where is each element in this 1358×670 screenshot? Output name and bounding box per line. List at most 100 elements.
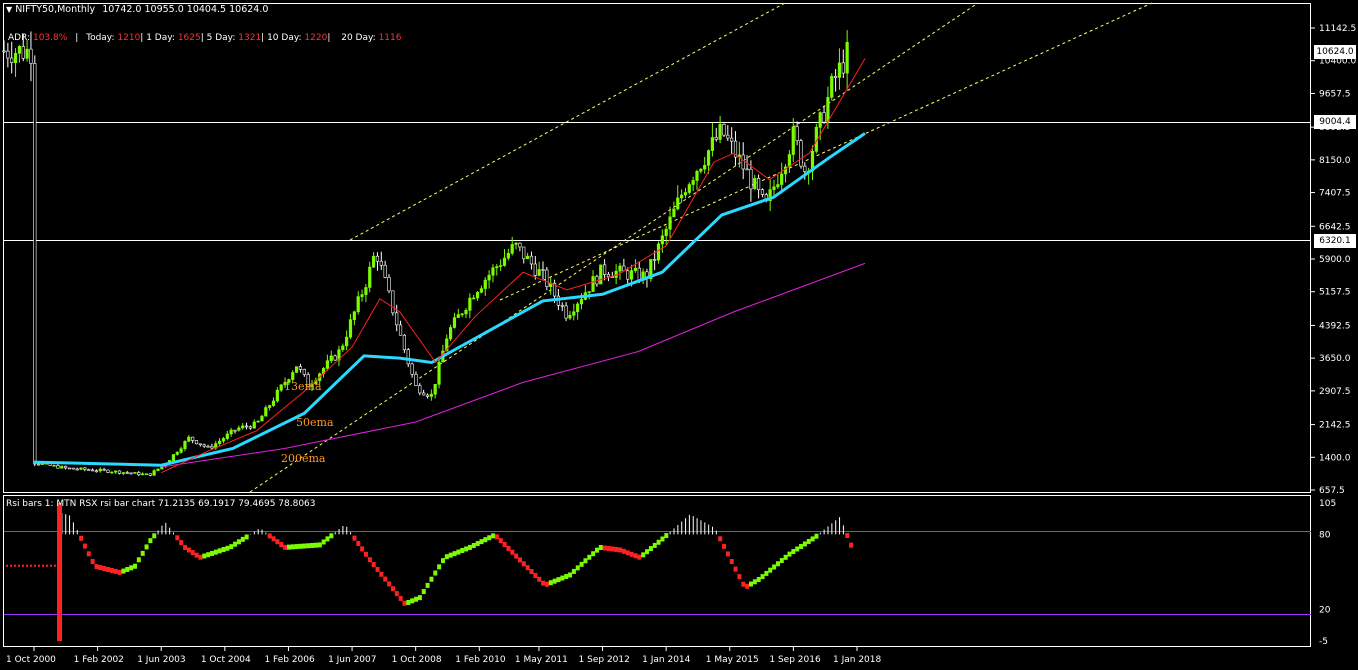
trend-channel[interactable]	[249, 2, 1153, 493]
candle-body	[144, 473, 149, 476]
candle-body	[17, 46, 22, 54]
rsi-bar	[752, 579, 757, 585]
candle-body	[599, 264, 603, 285]
candle-body	[637, 267, 641, 281]
rsi-bar	[610, 546, 615, 552]
rsi-bar	[660, 536, 665, 542]
candle-body	[187, 436, 191, 442]
candle-body	[79, 467, 83, 470]
price-pane[interactable]: 13ema 50ema 200ema 11142.510400.09657.58…	[2, 2, 1357, 496]
rsi-bar	[556, 577, 561, 583]
channel-line[interactable]	[249, 2, 979, 493]
candle-body	[668, 216, 672, 230]
rsi-bar	[294, 544, 299, 550]
rsi-bar	[764, 570, 769, 576]
candle-body	[279, 384, 283, 391]
candle-body	[545, 269, 549, 287]
candle-body	[141, 473, 145, 476]
rsi-bar	[849, 542, 854, 548]
candle-body	[191, 436, 195, 441]
rsi-bar	[444, 554, 449, 560]
candle-body	[418, 385, 422, 394]
rsi-bar	[521, 561, 526, 567]
rsi-bar	[425, 582, 430, 588]
candle-body	[94, 470, 98, 473]
candle-body	[591, 276, 595, 292]
rsi-bar	[206, 552, 211, 558]
price-tick-label: 1400.0	[1319, 453, 1351, 463]
candle-body	[225, 433, 229, 439]
rsi-bar	[498, 538, 503, 544]
candle-body	[660, 235, 664, 245]
rsi-bar	[367, 557, 372, 563]
rsi-bar	[317, 542, 322, 548]
candle-body	[506, 252, 510, 259]
rsi-bar	[113, 568, 118, 574]
price-tick-label: 8150.0	[1319, 156, 1351, 166]
rsi-tick-label: 80	[1319, 530, 1331, 540]
candle-body	[683, 192, 688, 196]
candle-body	[398, 324, 403, 336]
candle-body	[626, 270, 630, 280]
rsi-bar	[329, 533, 334, 539]
rsi-bar	[533, 572, 538, 578]
candle-body	[21, 46, 25, 59]
rsi-bar	[290, 544, 295, 550]
rsi-bar	[571, 568, 576, 574]
candle-body	[71, 467, 75, 470]
rsi-bar	[506, 545, 511, 551]
candle-body	[152, 470, 156, 476]
candle-body	[722, 123, 726, 136]
rsi-bar	[356, 541, 361, 547]
candle-body	[2, 50, 6, 53]
candle-body	[772, 186, 776, 190]
rsi-bar	[271, 536, 276, 542]
candle-body	[803, 165, 807, 172]
price-tick-label: 11142.5	[1319, 24, 1356, 34]
candle-body	[433, 384, 437, 395]
rsi-bar	[487, 535, 492, 541]
time-tick-label: 1 Sep 2012	[579, 655, 630, 665]
rsi-bar	[648, 546, 653, 552]
today-label: Today:	[86, 33, 115, 43]
rsi-bar	[82, 543, 87, 549]
rsi-bar	[98, 565, 103, 571]
candle-body	[29, 48, 33, 64]
chart-canvas[interactable]: 13ema 50ema 200ema 11142.510400.09657.58…	[0, 0, 1358, 670]
rsi-bar	[602, 545, 607, 551]
collapse-triangle-icon[interactable]: ▼	[6, 5, 12, 14]
candle-body	[64, 466, 68, 469]
candle-body	[37, 463, 41, 466]
candle-body	[495, 266, 499, 269]
candle-body	[121, 472, 125, 474]
rsi-pane[interactable]: 105 80 20 -5	[3, 495, 1337, 648]
candle-body	[148, 473, 152, 476]
candle-body	[776, 184, 780, 188]
candle-body	[460, 313, 464, 316]
day20-label: 20 Day:	[341, 33, 376, 43]
candle-body	[679, 194, 684, 199]
channel-line[interactable]	[499, 2, 1153, 301]
rsi-bar	[325, 536, 330, 542]
rsi-bar	[406, 599, 411, 605]
candle-body	[780, 173, 784, 185]
candle-body	[664, 228, 668, 237]
rsi-bar	[410, 598, 415, 604]
rsi-bar	[387, 581, 392, 587]
rsi-bar	[148, 538, 153, 544]
candle-body	[822, 112, 826, 123]
candle-body	[333, 355, 337, 361]
candle-body	[799, 140, 803, 167]
rsi-bar	[799, 543, 804, 549]
day1-value: 1625	[177, 33, 201, 43]
candle-body	[564, 305, 568, 319]
candle-body	[268, 405, 272, 408]
current-price-box: 10624.0	[1314, 45, 1356, 59]
rsi-bar	[664, 533, 669, 539]
rsi-bar	[629, 551, 634, 557]
candle-body	[830, 75, 834, 98]
candle-body	[818, 112, 822, 128]
candle-body	[795, 126, 799, 142]
candle-body	[325, 360, 330, 369]
candle-body	[368, 266, 372, 288]
